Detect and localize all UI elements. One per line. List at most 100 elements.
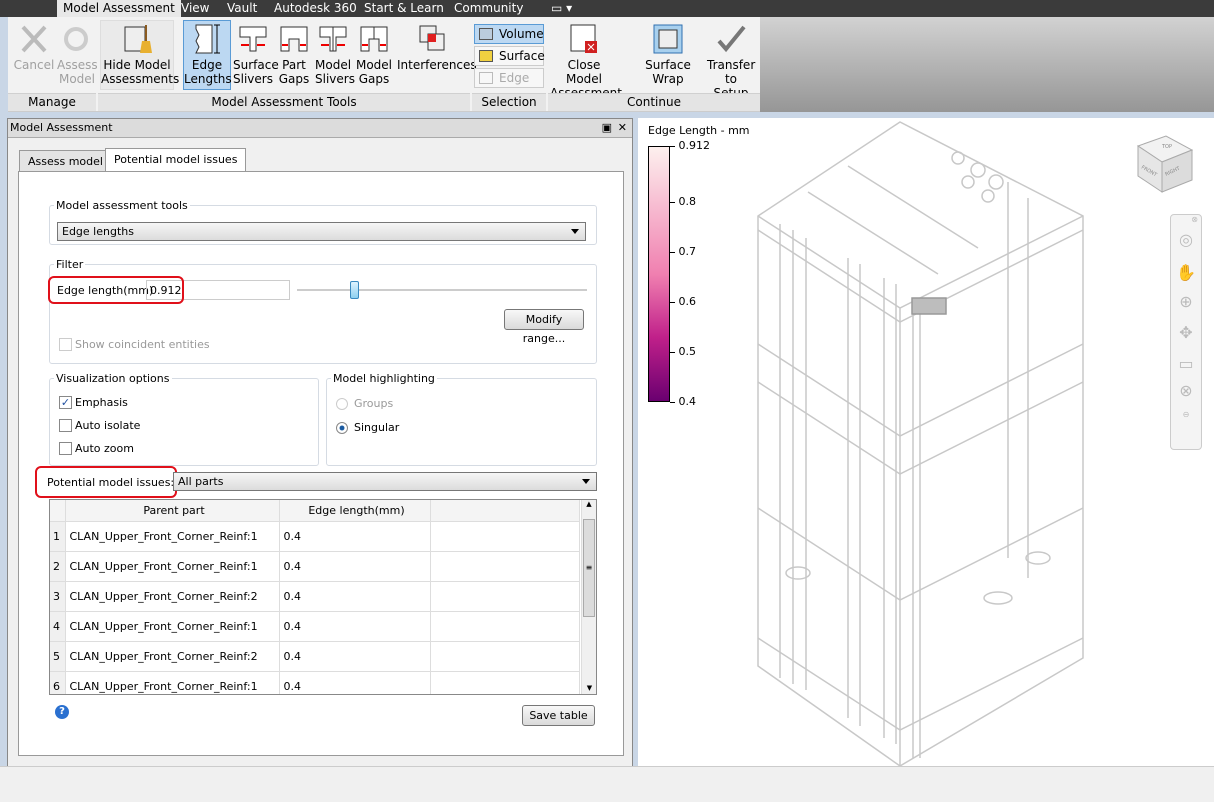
pan-icon[interactable]: ✋ (1171, 263, 1201, 282)
edge-length-cell[interactable]: 0.4 (279, 581, 431, 612)
3d-viewport[interactable]: Edge Length - mm 0.912 0.8 0.7 0.6 0.5 0… (638, 118, 1214, 766)
close-navbar-icon[interactable]: ⊗ (1171, 215, 1201, 224)
tab-model-assessment[interactable]: Model Assessment (57, 0, 181, 17)
edge-length-slider-thumb[interactable] (350, 281, 359, 299)
tab-start-learn[interactable]: Start & Learn (358, 0, 450, 17)
table-row[interactable]: 3 CLAN_Upper_Front_Corner_Reinf:2 0.4 (50, 581, 580, 612)
surface-selection-button[interactable]: Surface (474, 46, 545, 66)
part-gaps-button[interactable]: Part Gaps (276, 20, 312, 90)
close-icon[interactable]: ✕ (618, 119, 627, 137)
interferences-button[interactable]: Interferences (396, 20, 477, 90)
edge-length-cell[interactable]: 0.4 (279, 641, 431, 672)
table-row[interactable]: 6 CLAN_Upper_Front_Corner_Reinf:1 0.4 (50, 671, 580, 694)
model-gaps-button[interactable]: Model Gaps (354, 20, 394, 90)
refresh-icon (64, 27, 88, 51)
tab-community[interactable]: Community (448, 0, 529, 17)
tab-assess-model[interactable]: Assess model (19, 150, 112, 172)
volume-selection-button[interactable]: Volume (474, 24, 544, 44)
navbar-menu-icon[interactable]: ⊖ (1171, 410, 1201, 419)
parent-part-cell[interactable]: CLAN_Upper_Front_Corner_Reinf:1 (65, 521, 280, 552)
undock-icon[interactable]: ▣ (602, 119, 612, 137)
surface-wrap-icon (653, 24, 683, 54)
legend-tick: 0.8 (670, 195, 696, 208)
table-scrollbar[interactable]: ▲ ≡ ▼ (581, 500, 596, 694)
cabinet-wireframe-model[interactable] (748, 118, 1128, 766)
legend-tick: 0.7 (670, 245, 696, 258)
parent-part-cell[interactable]: CLAN_Upper_Front_Corner_Reinf:2 (65, 641, 280, 672)
orbit-icon[interactable]: ✥ (1171, 323, 1201, 342)
tab-potential-model-issues[interactable]: Potential model issues (105, 148, 247, 172)
table-row[interactable]: 4 CLAN_Upper_Front_Corner_Reinf:1 0.4 (50, 611, 580, 642)
zoom-icon[interactable]: ⊕ (1171, 292, 1201, 311)
parent-part-cell[interactable]: CLAN_Upper_Front_Corner_Reinf:1 (65, 671, 280, 694)
group-model-assessment-tools: Model Assessment Tools (98, 93, 470, 111)
scroll-up-icon[interactable]: ▲ (582, 500, 596, 508)
volume-icon (479, 28, 493, 40)
auto-isolate-checkbox[interactable] (59, 419, 72, 432)
auto-zoom-label: Auto zoom (75, 442, 134, 455)
edge-length-cell[interactable]: 0.4 (279, 611, 431, 642)
surface-slivers-button[interactable]: Surface Slivers (232, 20, 279, 90)
edge-length-cell[interactable]: 0.4 (279, 671, 431, 694)
tab-view[interactable]: View (175, 0, 215, 17)
ribbon: Cancel Assess Model Hide Model Assessments… (8, 17, 760, 112)
save-table-button[interactable]: Save table (522, 705, 595, 726)
full-navigation-icon[interactable]: ⊗ (1171, 381, 1201, 400)
show-coincident-checkbox[interactable] (59, 338, 72, 351)
transfer-to-setup-button[interactable]: Transferto Setup (706, 20, 756, 100)
model-slivers-button[interactable]: Model Slivers (314, 20, 355, 90)
edge-length-slider-track[interactable] (297, 289, 587, 291)
edge-length-icon (195, 24, 220, 54)
edge-lengths-button[interactable]: Edge Lengths (183, 20, 232, 90)
parent-part-cell[interactable]: CLAN_Upper_Front_Corner_Reinf:1 (65, 551, 280, 582)
singular-radio[interactable] (336, 422, 348, 434)
chevron-down-icon (582, 479, 590, 488)
parent-part-cell[interactable]: CLAN_Upper_Front_Corner_Reinf:1 (65, 611, 280, 642)
row-number: 6 (50, 671, 66, 694)
row-number: 2 (50, 551, 66, 582)
scroll-down-icon[interactable]: ▼ (582, 684, 596, 692)
steering-wheel-icon[interactable]: ◎ (1171, 230, 1201, 249)
parts-filter-dropdown[interactable]: All parts (173, 472, 597, 491)
tool-dropdown[interactable]: Edge lengths (57, 222, 586, 241)
row-number: 1 (50, 521, 66, 552)
scrollbar-thumb[interactable]: ≡ (583, 519, 595, 617)
edge-selection-button[interactable]: Edge (474, 68, 544, 88)
highlight-annotation (35, 466, 177, 498)
panel-title: Model Assessment (10, 121, 113, 134)
table-row[interactable]: 1 CLAN_Upper_Front_Corner_Reinf:1 0.4 (50, 521, 580, 552)
edge-length-cell[interactable]: 0.4 (279, 521, 431, 552)
surface-wrap-button[interactable]: Surface Wrap (631, 20, 705, 90)
ribbon-options-icon[interactable]: ▭ ▾ (545, 0, 578, 17)
status-bar (0, 766, 1214, 802)
row-number: 3 (50, 581, 66, 612)
surface-icon (479, 50, 493, 62)
group-selection: Selection (472, 93, 546, 111)
table-row[interactable]: 5 CLAN_Upper_Front_Corner_Reinf:2 0.4 (50, 641, 580, 672)
modify-range-button[interactable]: Modify range... (504, 309, 584, 345)
viewcube[interactable]: TOP FRONT RIGHT (1132, 132, 1196, 194)
tab-autodesk-360[interactable]: Autodesk 360 (268, 0, 363, 17)
help-icon[interactable]: ? (55, 705, 69, 719)
cancel-button[interactable]: Cancel (12, 20, 56, 90)
emphasis-checkbox[interactable]: ✓ (59, 396, 72, 409)
assess-model-button[interactable]: Assess Model (56, 20, 98, 90)
parent-part-cell[interactable]: CLAN_Upper_Front_Corner_Reinf:2 (65, 581, 280, 612)
panel-header: Model Assessment ▣ ✕ (8, 119, 632, 138)
tab-vault[interactable]: Vault (221, 0, 263, 17)
edge-icon (479, 72, 493, 84)
table-row[interactable]: 2 CLAN_Upper_Front_Corner_Reinf:1 0.4 (50, 551, 580, 582)
viewcube-top[interactable]: TOP (1161, 144, 1172, 150)
column-parent-part[interactable]: Parent part (65, 500, 280, 522)
cancel-icon (21, 25, 47, 53)
close-model-assessment-button[interactable]: Close ModelAssessment (549, 20, 622, 100)
groups-radio[interactable] (336, 398, 348, 410)
hide-model-assessments-button[interactable]: Hide Model Assessments (100, 20, 179, 90)
auto-zoom-checkbox[interactable] (59, 442, 72, 455)
surface-sliver-icon (239, 26, 267, 52)
look-at-icon[interactable]: ▭ (1171, 354, 1201, 373)
edge-length-cell[interactable]: 0.4 (279, 551, 431, 582)
column-edge-length[interactable]: Edge length(mm) (279, 500, 431, 522)
auto-isolate-label: Auto isolate (75, 419, 141, 432)
legend-tick: 0.5 (670, 345, 696, 358)
